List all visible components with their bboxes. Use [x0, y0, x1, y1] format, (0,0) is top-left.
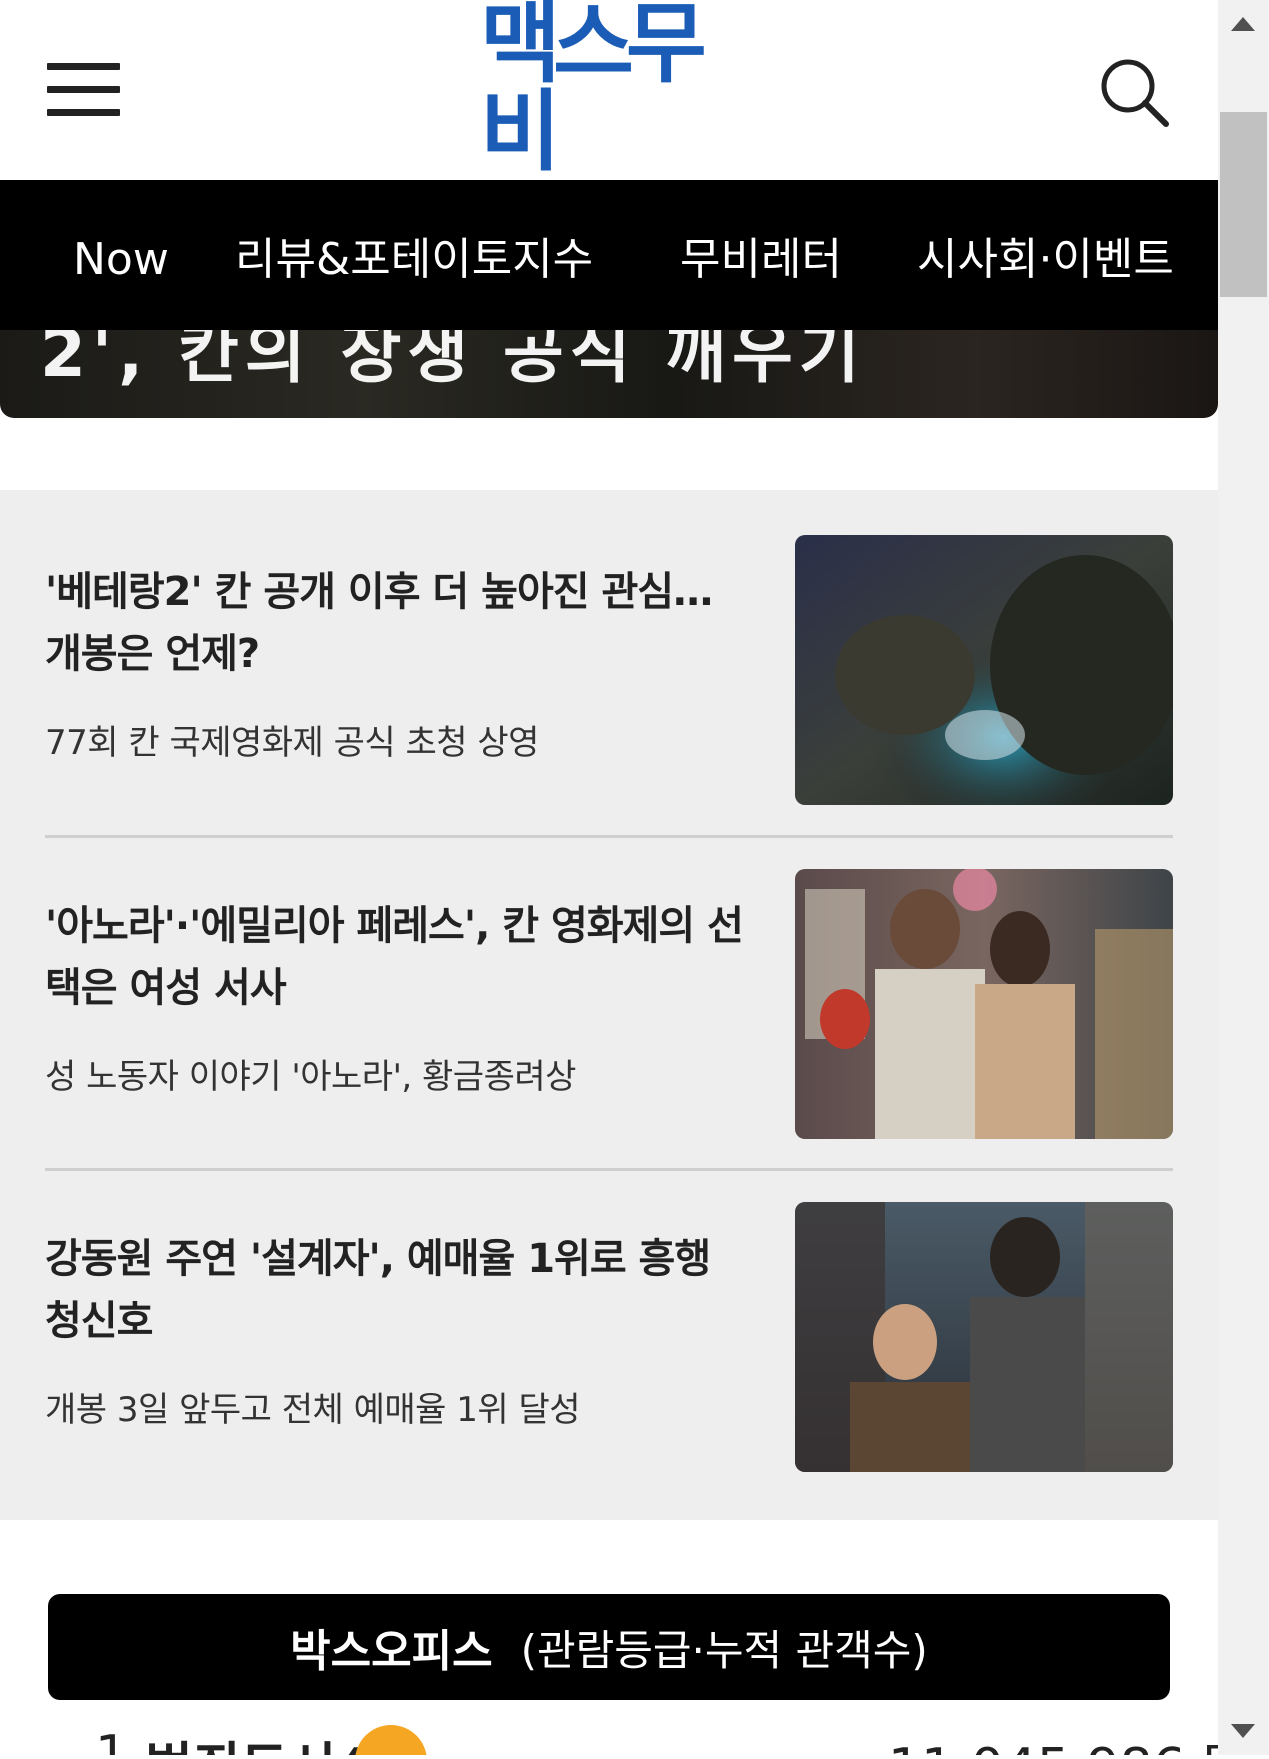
hero-title: 2', 칸의 장생 공식 깨우기: [40, 330, 866, 392]
search-icon[interactable]: [1096, 54, 1172, 130]
article-subtitle: 개봉 3일 앞두고 전체 예매율 1위 달성: [45, 1390, 581, 1430]
article-item[interactable]: '아노라'·'에밀리아 페레스', 칸 영화제의 선택은 여성 서사 성 노동자…: [45, 869, 1173, 1139]
article-list: '베테랑2' 칸 공개 이후 더 높아진 관심…개봉은 언제? 77회 칸 국제…: [0, 490, 1218, 1520]
nav-item-now[interactable]: Now: [73, 230, 169, 290]
site-logo[interactable]: 맥스무비: [480, 0, 738, 176]
article-title[interactable]: 강동원 주연 '설계자', 예매율 1위로 흥행 청신호: [45, 1228, 745, 1352]
scrollbar-thumb[interactable]: [1220, 112, 1267, 297]
boxoffice-rank: 1: [95, 1725, 129, 1755]
hamburger-bar: [47, 63, 120, 70]
hamburger-bar: [47, 109, 120, 116]
hero-banner[interactable]: 2', 칸의 장생 공식 깨우기: [0, 330, 1218, 418]
scroll-down-arrow-icon[interactable]: [1218, 1705, 1269, 1755]
article-item[interactable]: '베테랑2' 칸 공개 이후 더 높아진 관심…개봉은 언제? 77회 칸 국제…: [45, 535, 1173, 805]
article-item[interactable]: 강동원 주연 '설계자', 예매율 1위로 흥행 청신호 개봉 3일 앞두고 전…: [45, 1202, 1173, 1472]
article-thumbnail[interactable]: [795, 535, 1173, 805]
nav-item-movieletter[interactable]: 무비레터: [680, 230, 842, 290]
article-divider: [45, 1168, 1173, 1171]
hamburger-menu-icon[interactable]: [47, 63, 120, 117]
boxoffice-subtitle: (관람등급·누적 관객수): [520, 1625, 928, 1675]
article-divider: [45, 835, 1173, 838]
scroll-up-arrow-icon[interactable]: [1218, 0, 1269, 50]
nav-item-review[interactable]: 리뷰&포테이토지수: [235, 230, 593, 290]
hamburger-bar: [47, 86, 120, 93]
page-scrollbar[interactable]: [1218, 0, 1269, 1755]
boxoffice-title: 박스오피스: [290, 1626, 493, 1677]
boxoffice-audience-count: 11,045,986 명: [888, 1725, 1218, 1755]
article-thumbnail[interactable]: [795, 869, 1173, 1139]
article-title[interactable]: '아노라'·'에밀리아 페레스', 칸 영화제의 선택은 여성 서사: [45, 895, 745, 1019]
nav-item-events[interactable]: 시사회·이벤트: [917, 230, 1174, 290]
main-nav: Now 리뷰&포테이토지수 무비레터 시사회·이벤트: [0, 180, 1218, 330]
article-thumbnail[interactable]: [795, 1202, 1173, 1472]
article-subtitle: 77회 칸 국제영화제 공식 초청 상영: [45, 723, 539, 763]
article-subtitle: 성 노동자 이야기 '아노라', 황금종려상: [45, 1057, 576, 1097]
site-header: 맥스무비: [0, 0, 1218, 180]
boxoffice-header[interactable]: 박스오피스 (관람등급·누적 관객수): [48, 1594, 1170, 1700]
article-title[interactable]: '베테랑2' 칸 공개 이후 더 높아진 관심…개봉은 언제?: [45, 561, 745, 685]
boxoffice-row[interactable]: 1 범죄도시4 11,045,986 명: [0, 1725, 1218, 1755]
boxoffice-movie-title[interactable]: 범죄도시4: [145, 1725, 373, 1755]
